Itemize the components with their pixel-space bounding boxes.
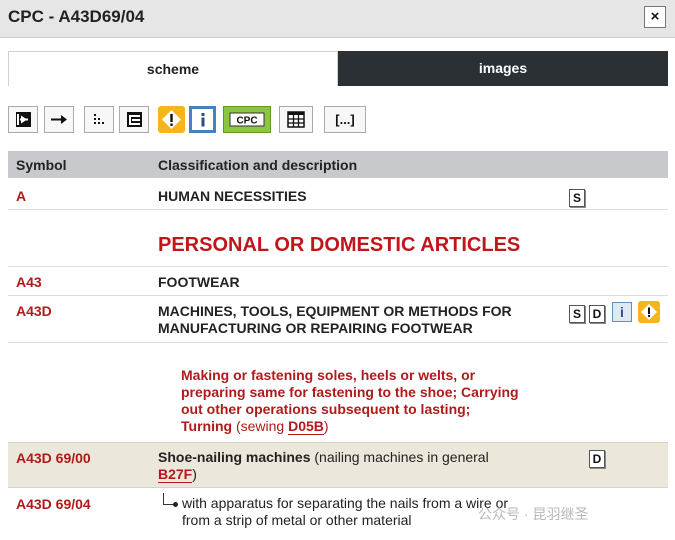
desc-a43: FOOTWEAR — [158, 274, 240, 290]
title-bar: CPC - A43D69/04 × — [0, 0, 675, 38]
svg-text:CPC: CPC — [236, 116, 257, 127]
info-icon[interactable] — [189, 106, 216, 133]
desc-bold: Shoe-nailing machines — [158, 449, 311, 465]
collapse-left-icon — [16, 112, 31, 127]
link-b27f[interactable]: B27F — [158, 466, 193, 483]
desc-a43d-line1: MACHINES, TOOLS, EQUIPMENT OR METHODS FO… — [158, 303, 512, 319]
expand-box-icon — [127, 112, 142, 127]
desc-rest: (nailing machines in general — [310, 449, 489, 465]
row-divider — [8, 209, 668, 210]
symbol-a43d[interactable]: A43D — [16, 303, 52, 319]
link-d05b[interactable]: D05B — [288, 418, 324, 435]
row-divider — [8, 295, 668, 296]
table-button[interactable] — [279, 106, 313, 133]
next-button[interactable] — [44, 106, 74, 133]
note-paren-close: ) — [323, 418, 329, 434]
collapse-left-button[interactable] — [8, 106, 38, 133]
note-line: preparing same for fastening to the shoe… — [181, 384, 519, 400]
section-heading: PERSONAL OR DOMESTIC ARTICLES — [158, 234, 521, 256]
symbol-a43d-69-00[interactable]: A43D 69/00 — [16, 450, 91, 466]
d-icon[interactable]: D — [589, 305, 605, 323]
hierarchy-button[interactable] — [84, 106, 114, 133]
info-icon[interactable]: i — [612, 302, 632, 322]
tab-images[interactable]: images — [338, 51, 668, 86]
note-line: Turning (sewing D05B) — [181, 418, 561, 435]
note-paren: (sewing — [232, 418, 289, 434]
desc-a43d-line2: MANUFACTURING OR REPAIRING FOOTWEAR — [158, 320, 473, 336]
arrow-right-icon — [51, 115, 67, 124]
symbol-a43d-69-04[interactable]: A43D 69/04 — [16, 496, 91, 512]
note-block: Making or fastening soles, heels or welt… — [181, 367, 561, 435]
note-line: out other operations subsequent to lasti… — [181, 401, 471, 417]
more-button[interactable]: [...] — [324, 106, 366, 133]
hierarchy-icon — [94, 114, 104, 124]
s-icon[interactable]: S — [569, 305, 585, 323]
symbol-a43[interactable]: A43 — [16, 274, 42, 290]
note-turning: Turning — [181, 418, 233, 434]
cpc-button[interactable]: CPC — [223, 106, 271, 133]
s-icon[interactable]: S — [569, 189, 585, 207]
bullet-icon — [173, 502, 178, 507]
close-button[interactable]: × — [644, 6, 666, 28]
tab-bar: scheme images — [8, 51, 668, 86]
desc-a43d-69-00: Shoe-nailing machines (nailing machines … — [158, 449, 558, 483]
svg-text:[...]: [...] — [335, 112, 355, 127]
warning-icon[interactable] — [158, 106, 185, 133]
cpc-icon: CPC — [229, 112, 265, 127]
header-description: Classification and description — [158, 157, 358, 173]
warning-info-group — [158, 106, 216, 133]
note-line: Making or fastening soles, heels or welt… — [181, 367, 476, 383]
desc-a: HUMAN NECESSITIES — [158, 188, 307, 204]
window-title: CPC - A43D69/04 — [8, 7, 145, 26]
symbol-a[interactable]: A — [16, 188, 26, 204]
toolbar: CPC [...] — [8, 106, 408, 134]
row-divider — [8, 266, 668, 267]
ellipsis-icon: [...] — [335, 112, 355, 127]
desc-close: ) — [192, 466, 197, 482]
warning-icon[interactable] — [638, 301, 660, 323]
watermark: 公众号 · 昆羽继圣 — [478, 506, 589, 522]
row-divider — [8, 342, 668, 343]
table-icon — [287, 111, 305, 128]
tab-scheme[interactable]: scheme — [8, 51, 338, 86]
table-header: Symbol Classification and description — [8, 151, 668, 178]
expand-button[interactable] — [119, 106, 149, 133]
header-symbol: Symbol — [16, 157, 67, 173]
d-icon[interactable]: D — [589, 450, 605, 468]
